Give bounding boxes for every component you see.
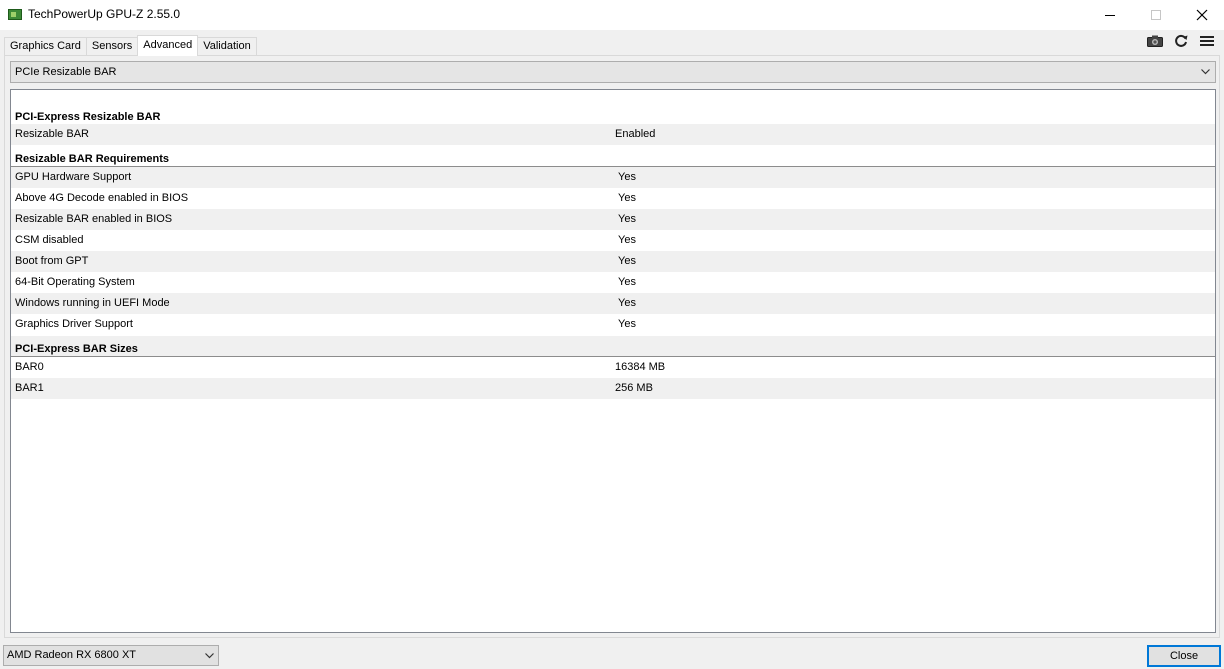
tab-sensors[interactable]: Sensors [85,37,139,56]
group-header: PCI-Express BAR Sizes [11,336,1215,357]
screenshot-button[interactable] [1146,33,1164,49]
row-value: Yes [618,192,636,204]
list-row[interactable]: Windows running in UEFI Mode Yes [11,293,1215,314]
list-row[interactable]: Graphics Driver Support Yes [11,314,1215,335]
row-value: Yes [618,276,636,288]
list-row[interactable]: Resizable BAR Enabled [11,124,1215,145]
list-row[interactable]: BAR0 16384 MB [11,357,1215,378]
close-window-button[interactable] [1179,0,1224,30]
row-label: CSM disabled [15,234,84,246]
refresh-icon [1175,34,1188,47]
minimize-icon [1104,14,1115,16]
row-label: Windows running in UEFI Mode [15,297,170,309]
row-label: Boot from GPT [15,255,89,267]
row-value: Yes [618,171,636,183]
chevron-down-icon [1199,62,1211,82]
menu-icon [1200,36,1214,46]
row-label: Above 4G Decode enabled in BIOS [15,192,189,204]
camera-icon [1147,35,1163,47]
window-title: TechPowerUp GPU-Z 2.55.0 [28,7,181,21]
tab-validation[interactable]: Validation [197,37,257,56]
row-label: BAR1 [15,382,44,394]
tab-bar: Graphics Card Sensors Advanced Validatio… [4,35,257,56]
row-value: Yes [618,318,636,330]
row-label: Resizable BAR enabled in BIOS [15,213,173,225]
list-row[interactable]: 64-Bit Operating System Yes [11,272,1215,293]
tab-graphics-card[interactable]: Graphics Card [4,37,87,56]
group-header: PCI-Express Resizable BAR [15,111,161,123]
row-value: Yes [618,213,636,225]
maximize-button[interactable] [1133,0,1179,30]
list-row[interactable]: BAR1 256 MB [11,378,1215,399]
row-value: 16384 MB [615,361,666,373]
row-value: Yes [618,234,636,246]
list-row[interactable]: Above 4G Decode enabled in BIOS Yes [11,188,1215,209]
row-value: Enabled [615,128,656,140]
list-row[interactable]: CSM disabled Yes [11,230,1215,251]
tab-advanced[interactable]: Advanced [137,35,199,56]
gpu-dropdown[interactable]: AMD Radeon RX 6800 XT [3,645,219,666]
section-dropdown[interactable]: PCIe Resizable BAR [10,61,1216,83]
row-value: 256 MB [615,382,653,394]
group-header: Resizable BAR Requirements [11,146,1215,167]
minimize-button[interactable] [1087,0,1133,30]
group-requirements: Resizable BAR Requirements GPU Hardware … [11,146,1215,335]
list-row[interactable]: GPU Hardware Support Yes [11,167,1215,188]
row-label: BAR0 [15,361,44,373]
close-button[interactable]: Close [1147,645,1221,667]
row-label: Graphics Driver Support [15,318,133,330]
group-bar-sizes: PCI-Express BAR Sizes BAR0 16384 MB BAR1… [11,336,1215,399]
close-icon [1196,9,1208,21]
details-list[interactable]: PCI-Express Resizable BAR Resizable BAR … [10,89,1216,633]
menu-button[interactable] [1198,33,1216,49]
row-value: Yes [618,297,636,309]
list-row[interactable]: Boot from GPT Yes [11,251,1215,272]
section-dropdown-value: PCIe Resizable BAR [15,66,117,78]
refresh-button[interactable] [1172,33,1190,49]
row-value: Yes [618,255,636,267]
maximize-icon [1150,9,1161,20]
advanced-panel: PCIe Resizable BAR PCI-Express Resizable… [4,55,1220,638]
toolbar [1146,33,1216,49]
title-bar[interactable]: TechPowerUp GPU-Z 2.55.0 [0,0,1224,30]
row-label: GPU Hardware Support [15,171,132,183]
row-label: Resizable BAR [15,128,89,140]
row-label: 64-Bit Operating System [15,276,135,288]
gpuz-app-icon [8,9,22,20]
gpu-dropdown-value: AMD Radeon RX 6800 XT [7,649,137,661]
group-pcie-resizable-bar: PCI-Express Resizable BAR Resizable BAR … [11,96,1215,145]
chevron-down-icon [203,646,215,665]
list-row[interactable]: Resizable BAR enabled in BIOS Yes [11,209,1215,230]
